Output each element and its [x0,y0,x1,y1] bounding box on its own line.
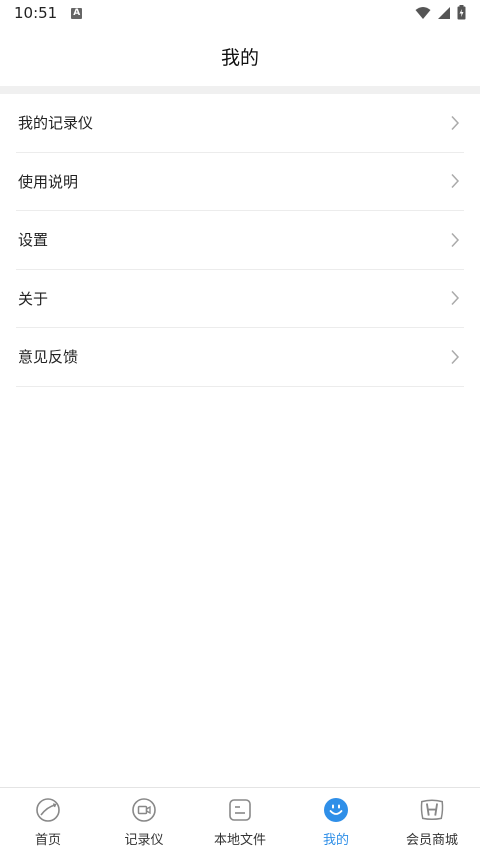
tab-label: 我的 [322,833,349,848]
page-title: 我的 [220,46,259,69]
chevron-right-icon [446,289,464,307]
chevron-right-icon [446,348,464,366]
tab-home[interactable]: 首页 [0,788,96,852]
tab-recorder[interactable]: 记录仪 [96,788,192,852]
menu-list: 我的记录仪 使用说明 设置 关于 意见反馈 [16,94,464,387]
section-divider [0,86,480,94]
signal-icon [438,6,450,19]
tab-label: 首页 [34,833,61,848]
honda-logo-icon [419,797,445,823]
chevron-right-icon [446,114,464,132]
tab-local-files[interactable]: 本地文件 [192,788,288,852]
battery-icon [457,5,466,20]
wifi-icon [415,6,431,19]
status-time: 10:51 [14,4,58,22]
compass-icon [35,797,61,823]
notification-icon: A [71,7,83,19]
smiley-icon [323,797,349,823]
menu-item-label: 意见反馈 [18,348,79,367]
title-bar: 我的 [0,26,480,86]
menu-item-feedback[interactable]: 意见反馈 [16,328,464,387]
menu-item-settings[interactable]: 设置 [16,211,464,270]
menu-item-my-recorder[interactable]: 我的记录仪 [16,94,464,153]
tab-label: 记录仪 [124,833,164,848]
tab-member-mall[interactable]: 会员商城 [384,788,480,852]
tab-label: 本地文件 [213,833,266,848]
tab-mine[interactable]: 我的 [288,788,384,852]
menu-item-label: 关于 [18,289,49,308]
menu-item-instructions[interactable]: 使用说明 [16,153,464,211]
camera-icon [131,797,157,823]
chevron-right-icon [446,231,464,249]
tab-label: 会员商城 [405,833,458,848]
status-bar: 10:51 A [0,0,480,26]
menu-item-label: 我的记录仪 [18,114,94,133]
status-indicators [415,5,466,20]
file-icon [227,797,253,823]
chevron-right-icon [446,172,464,190]
bottom-tab-bar: 首页 记录仪 本地文件 我的 会员商城 [0,787,480,852]
menu-item-about[interactable]: 关于 [16,270,464,328]
menu-item-label: 使用说明 [18,172,79,191]
menu-item-label: 设置 [18,231,49,250]
